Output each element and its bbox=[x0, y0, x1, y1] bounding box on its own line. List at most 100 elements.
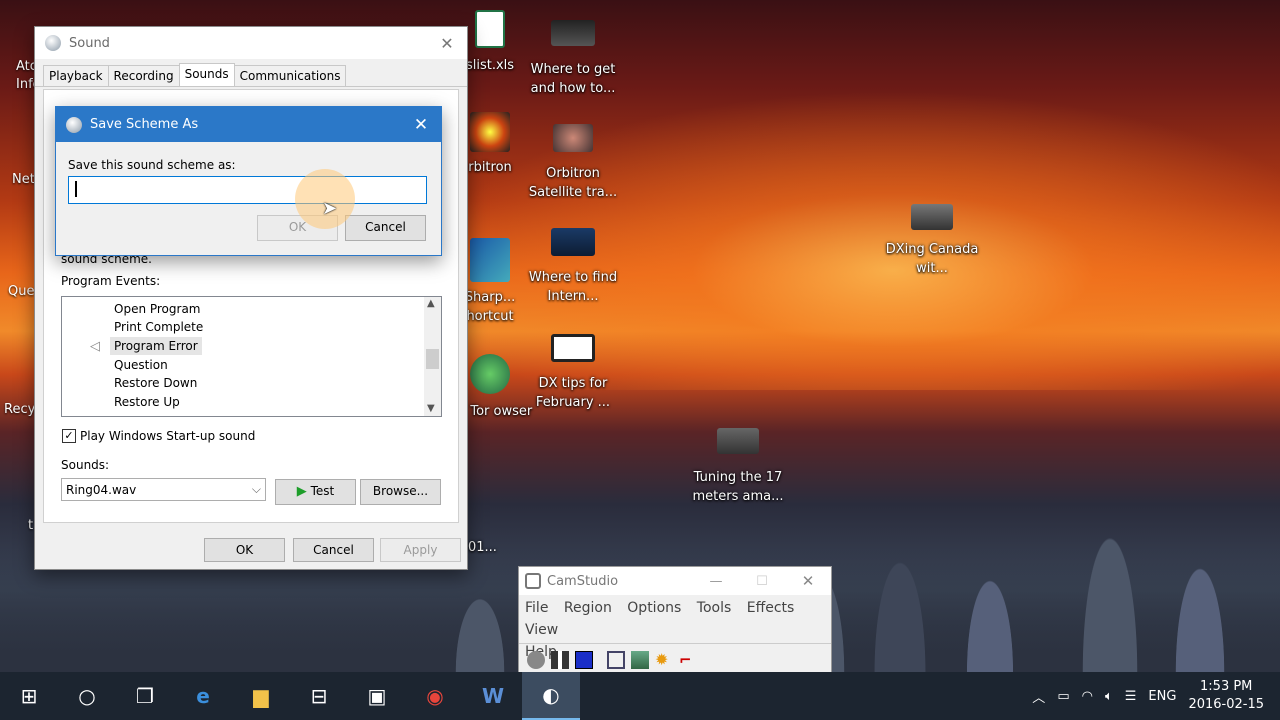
taskbar-word[interactable]: W bbox=[464, 672, 522, 720]
ok-button[interactable]: OK bbox=[204, 538, 285, 562]
globe-icon bbox=[470, 354, 510, 394]
chrome-icon: ◉ bbox=[426, 684, 444, 708]
task-view-button[interactable]: ❐ bbox=[116, 672, 174, 720]
action-center-icon[interactable]: ☰ bbox=[1125, 689, 1137, 704]
battery-icon[interactable]: ▭ bbox=[1057, 689, 1069, 704]
desktop-icon-edge-3[interactable]: Que bbox=[8, 284, 34, 299]
camstudio-window: CamStudio — ☐ ✕ File Region Options Tool… bbox=[518, 566, 832, 674]
pause-icon[interactable] bbox=[551, 650, 569, 669]
sound-tabs: Playback Recording Sounds Communications bbox=[35, 63, 467, 87]
language-indicator[interactable]: ENG bbox=[1148, 689, 1176, 704]
task-view-icon: ❐ bbox=[136, 684, 154, 708]
list-item[interactable]: Print Complete bbox=[110, 318, 207, 336]
region-icon[interactable] bbox=[607, 650, 625, 669]
tab-recording[interactable]: Recording bbox=[107, 65, 180, 86]
taskbar-sound[interactable]: ◐ bbox=[522, 672, 580, 720]
video-file-icon bbox=[553, 124, 593, 152]
startup-sound-label: Play Windows Start-up sound bbox=[80, 429, 256, 443]
camstudio-icon bbox=[525, 573, 541, 589]
speaker-icon: ◁ bbox=[90, 339, 100, 354]
clock-time: 1:53 PM bbox=[1200, 679, 1253, 694]
edge-icon: e bbox=[196, 684, 210, 708]
search-button[interactable]: ○ bbox=[58, 672, 116, 720]
list-item[interactable]: Question bbox=[110, 356, 172, 374]
sound-window-title: Sound bbox=[69, 35, 110, 51]
save-dialog-title: Save Scheme As bbox=[90, 117, 199, 132]
scheme-name-input[interactable] bbox=[68, 176, 427, 204]
gear-icon[interactable]: ✹ bbox=[655, 650, 673, 669]
scrollbar-thumb[interactable] bbox=[426, 349, 439, 369]
tab-communications[interactable]: Communications bbox=[233, 65, 347, 86]
word-icon: W bbox=[481, 684, 505, 708]
cancel-button[interactable]: Cancel bbox=[345, 215, 426, 241]
speaker-icon bbox=[45, 35, 61, 51]
list-item-selected[interactable]: Program Error bbox=[110, 337, 202, 355]
sharp-icon bbox=[470, 238, 510, 282]
sound-select[interactable]: Ring04.wav ⌵ bbox=[61, 478, 266, 501]
taskbar-camstudio[interactable]: ▣ bbox=[348, 672, 406, 720]
close-icon[interactable]: ✕ bbox=[785, 572, 831, 590]
mouse-pointer-icon: ➤ bbox=[322, 198, 338, 219]
chevron-down-icon[interactable]: ▼ bbox=[427, 403, 435, 414]
record-icon[interactable] bbox=[527, 650, 545, 669]
tab-sounds[interactable]: Sounds bbox=[178, 63, 235, 86]
menu-effects[interactable]: Effects bbox=[747, 600, 795, 616]
tab-playback[interactable]: Playback bbox=[43, 65, 109, 86]
list-item[interactable]: Open Program bbox=[110, 300, 205, 318]
menu-view[interactable]: View bbox=[525, 622, 558, 638]
desktop-icon-tuning[interactable]: Tuning the 17 meters ama... bbox=[690, 428, 786, 506]
program-events-list[interactable]: Open Program Print Complete ◁ Program Er… bbox=[61, 296, 442, 417]
sound-window-titlebar[interactable]: Sound ✕ bbox=[35, 27, 467, 59]
video-options-icon[interactable] bbox=[631, 650, 649, 669]
program-events-label: Program Events: bbox=[61, 274, 161, 288]
autopan-icon[interactable]: ⌐ bbox=[679, 651, 697, 669]
chevron-down-icon: ⌵ bbox=[251, 482, 261, 496]
camstudio-titlebar[interactable]: CamStudio — ☐ ✕ bbox=[519, 567, 831, 595]
chevron-up-icon[interactable]: ︿ bbox=[1032, 687, 1045, 706]
store-icon: ⊟ bbox=[310, 684, 328, 708]
minimize-icon[interactable]: — bbox=[693, 574, 739, 589]
camstudio-icon: ▣ bbox=[367, 684, 387, 708]
menu-tools[interactable]: Tools bbox=[697, 600, 732, 616]
play-icon: ▶ bbox=[296, 484, 307, 499]
list-item[interactable]: Restore Up bbox=[110, 393, 184, 411]
taskbar-explorer[interactable]: ▆ bbox=[232, 672, 290, 720]
list-item[interactable]: Restore Down bbox=[110, 374, 201, 392]
clock[interactable]: 1:53 PM 2016-02-15 bbox=[1188, 678, 1264, 714]
close-icon[interactable]: ✕ bbox=[427, 34, 467, 53]
chevron-up-icon[interactable]: ▲ bbox=[427, 298, 435, 309]
menu-options[interactable]: Options bbox=[627, 600, 681, 616]
speaker-icon: ◐ bbox=[542, 683, 560, 707]
desktop-icon-edge-5[interactable]: t bbox=[28, 518, 33, 533]
taskbar-chrome[interactable]: ◉ bbox=[406, 672, 464, 720]
start-button[interactable]: ⊞ bbox=[0, 672, 58, 720]
wifi-icon[interactable]: ◠ bbox=[1082, 689, 1093, 704]
video-file-icon bbox=[551, 20, 595, 46]
apply-button[interactable]: Apply bbox=[380, 538, 461, 562]
camstudio-title: CamStudio bbox=[547, 573, 619, 589]
excel-file-icon bbox=[475, 10, 505, 48]
camstudio-toolbar: ✹ ⌐ bbox=[519, 643, 831, 675]
taskbar-edge[interactable]: e bbox=[174, 672, 232, 720]
menu-file[interactable]: File bbox=[525, 600, 548, 616]
cancel-button[interactable]: Cancel bbox=[293, 538, 374, 562]
desktop-icon-edge-4[interactable]: Recy bbox=[4, 402, 35, 417]
list-scrollbar[interactable]: ▲ ▼ bbox=[424, 297, 441, 416]
video-file-icon bbox=[911, 204, 953, 230]
maximize-icon[interactable]: ☐ bbox=[739, 574, 785, 589]
video-file-icon bbox=[551, 334, 595, 362]
menu-region[interactable]: Region bbox=[564, 600, 612, 616]
orbitron-icon bbox=[470, 112, 510, 152]
desktop-icon-dxing-canada[interactable]: DXing Canada wit... bbox=[884, 204, 980, 278]
stop-icon[interactable] bbox=[575, 650, 593, 669]
sound-select-value: Ring04.wav bbox=[66, 483, 137, 497]
folder-icon: ▆ bbox=[253, 684, 269, 708]
startup-sound-checkbox[interactable]: ✓ bbox=[62, 429, 76, 443]
windows-logo-icon: ⊞ bbox=[20, 684, 38, 708]
save-dialog-titlebar[interactable]: Save Scheme As ✕ bbox=[56, 107, 441, 142]
browse-button[interactable]: Browse... bbox=[360, 479, 441, 505]
taskbar-store[interactable]: ⊟ bbox=[290, 672, 348, 720]
test-button[interactable]: ▶ Test bbox=[275, 479, 356, 505]
volume-icon[interactable]: 🔈︎ bbox=[1105, 689, 1113, 704]
close-icon[interactable]: ✕ bbox=[401, 115, 441, 135]
